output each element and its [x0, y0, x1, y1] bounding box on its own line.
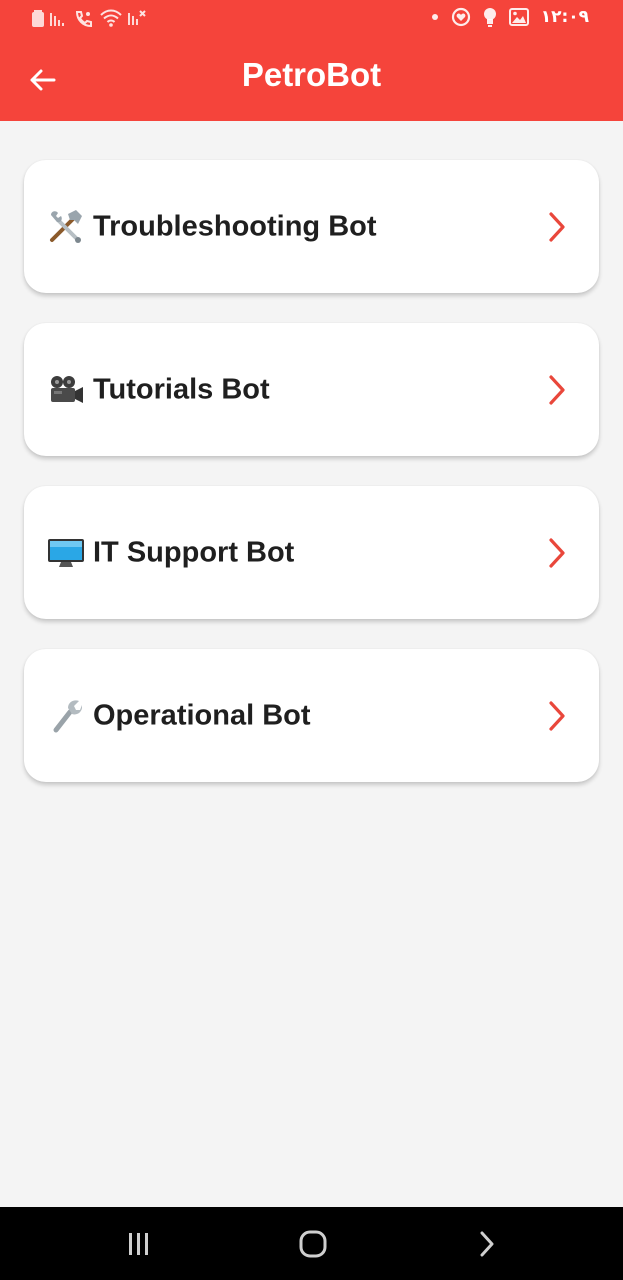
it-support-bot-card[interactable]: IT Support Bot — [24, 486, 599, 619]
dot-icon — [431, 6, 439, 28]
bot-label: Tutorials Bot — [93, 373, 270, 405]
bulb-icon — [483, 6, 497, 28]
system-nav-bar — [0, 1207, 623, 1280]
troubleshooting-bot-card[interactable]: Troubleshooting Bot — [24, 160, 599, 293]
app-bar: ١٢:٠٩ PetroBot — [0, 0, 623, 121]
status-bar: ١٢:٠٩ — [0, 0, 623, 36]
recent-apps-button[interactable] — [121, 1229, 157, 1259]
chevron-right-icon — [545, 537, 569, 569]
chevron-right-icon — [545, 700, 569, 732]
computer-monitor-icon — [47, 535, 85, 571]
bot-label: Troubleshooting Bot — [93, 210, 377, 242]
heart-circle-icon — [451, 6, 471, 28]
home-button[interactable] — [295, 1229, 331, 1259]
hammer-wrench-icon — [47, 209, 85, 245]
page-title: PetroBot — [241, 56, 382, 93]
operational-bot-card[interactable]: Operational Bot — [24, 649, 599, 782]
wifi-icon — [100, 7, 122, 29]
movie-camera-icon — [47, 372, 85, 408]
status-time: ١٢:٠٩ — [540, 7, 589, 27]
home-icon — [299, 1230, 327, 1258]
system-back-button[interactable] — [469, 1229, 505, 1259]
bot-label: IT Support Bot — [93, 536, 295, 568]
chevron-right-icon — [545, 211, 569, 243]
bot-list: Troubleshooting Bot Tutorials Bot IT Sup… — [24, 160, 599, 812]
recent-apps-icon — [129, 1233, 148, 1255]
battery-icon — [32, 7, 44, 29]
tutorials-bot-card[interactable]: Tutorials Bot — [24, 323, 599, 456]
back-icon — [480, 1231, 494, 1257]
chevron-right-icon — [545, 374, 569, 406]
bot-label: Operational Bot — [93, 699, 311, 731]
signal-muted-icon — [128, 7, 146, 29]
image-icon — [508, 6, 529, 28]
wrench-icon — [47, 698, 85, 734]
signal-icon — [50, 7, 68, 29]
wifi-calling-icon — [74, 7, 94, 29]
